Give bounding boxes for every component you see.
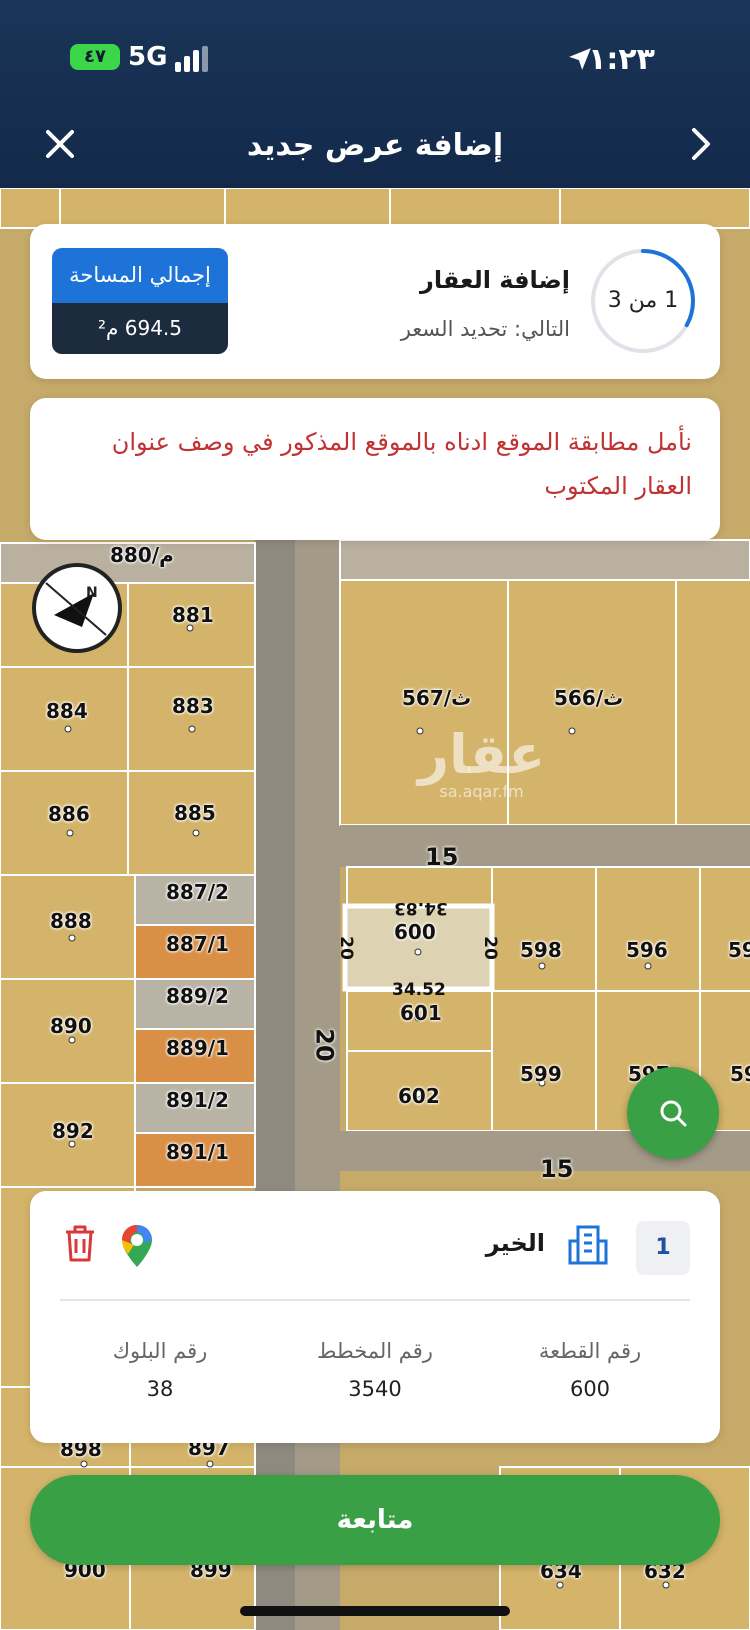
plot-label: 884 <box>46 699 88 723</box>
plot-label: 566/ث <box>554 686 624 710</box>
battery-indicator: ٤٧ <box>70 44 120 70</box>
plot-number-label: رقم القطعة <box>538 1339 642 1363</box>
continue-button[interactable]: متابعة <box>30 1475 720 1565</box>
search-icon <box>660 1100 687 1127</box>
plan-number-field: رقم المخطط 3540 <box>275 1339 475 1401</box>
plot-label: 889/2 <box>166 984 229 1008</box>
progress-label: 1 من 3 <box>607 288 679 313</box>
compass-needle-icon: N <box>45 582 107 636</box>
plot-label: 600 <box>394 920 436 944</box>
plot-label: 598 <box>520 938 562 962</box>
plot-label: 892 <box>52 1119 94 1143</box>
plot-label: 891/2 <box>166 1088 229 1112</box>
dimension-label: 20 <box>479 936 500 960</box>
plot-label: 601 <box>400 1001 442 1025</box>
chevron-right-icon[interactable] <box>680 124 720 164</box>
total-area-box: إجمالي المساحة 694.5 م² <box>52 248 228 354</box>
road-label: 15 <box>425 843 459 871</box>
status-bar: ٤٧ 5G ١:٢٣ <box>0 38 750 82</box>
google-maps-icon[interactable] <box>120 1223 154 1269</box>
plot-label: 887/1 <box>166 932 229 956</box>
property-index-badge: 1 <box>636 1221 690 1275</box>
road-label: 15 <box>540 1155 574 1183</box>
property-info-card: 1 الخير رقم القطعة 600 رقم المخطط 3540 ر… <box>30 1191 720 1443</box>
plot-label: 890 <box>50 1014 92 1038</box>
building-icon <box>568 1225 608 1265</box>
location-note-card: نأمل مطابقة الموقع ادناه بالموقع المذكور… <box>30 398 720 540</box>
dimension-label: 34.52 <box>392 980 446 1000</box>
plot-label: 602 <box>398 1084 440 1108</box>
plot-number-value: 600 <box>569 1377 611 1401</box>
compass-icon[interactable]: N <box>32 563 122 653</box>
plot-label: 887/2 <box>166 880 229 904</box>
plot-label: 886 <box>48 802 90 826</box>
dimension-label: 34.83 <box>394 898 448 918</box>
step-next-label: التالي: تحديد السعر <box>400 317 570 341</box>
page-title: إضافة عرض جديد <box>246 128 504 163</box>
clock: ١:٢٣ <box>588 42 655 77</box>
plot-number-field: رقم القطعة 600 <box>490 1339 690 1401</box>
plot-label: 891/1 <box>166 1140 229 1164</box>
plot-label: 885 <box>174 801 216 825</box>
network-label: 5G <box>128 42 168 72</box>
plot-label: 881 <box>172 603 214 627</box>
app-header: ٤٧ 5G ١:٢٣ إضافة عرض جديد <box>0 0 750 188</box>
block-number-label: رقم البلوك <box>112 1339 208 1363</box>
plot-label: 880/م <box>110 543 174 567</box>
total-area-value: 694.5 م² <box>52 303 228 354</box>
step-card: 1 من 3 إضافة العقار التالي: تحديد السعر … <box>30 224 720 379</box>
watermark-brand: عقار <box>418 723 546 786</box>
block-number-value: 38 <box>146 1377 174 1401</box>
plot-label: 59 <box>730 1062 750 1086</box>
plot-label: 889/1 <box>166 1036 229 1060</box>
plot-label: 596 <box>626 938 668 962</box>
step-title: إضافة العقار <box>420 266 570 294</box>
divider <box>60 1299 690 1301</box>
plot-label: 599 <box>520 1062 562 1086</box>
district-name: الخير <box>485 1229 545 1257</box>
location-note-text: نأمل مطابقة الموقع ادناه بالموقع المذكور… <box>111 428 692 500</box>
block-number-field: رقم البلوك 38 <box>60 1339 260 1401</box>
signal-icon <box>175 46 215 72</box>
plan-number-label: رقم المخطط <box>317 1339 433 1363</box>
total-area-label: إجمالي المساحة <box>52 248 228 303</box>
plot-label: 888 <box>50 909 92 933</box>
plot-label: 59 <box>728 938 750 962</box>
dimension-label: 20 <box>335 936 356 960</box>
road-label: 20 <box>310 1028 339 1062</box>
home-indicator <box>240 1606 510 1616</box>
watermark: عقار sa.aqar.fm <box>418 723 546 802</box>
plot-label: 883 <box>172 694 214 718</box>
trash-icon[interactable] <box>62 1223 98 1263</box>
plot-label: 567/ث <box>402 686 472 710</box>
nav-bar: إضافة عرض جديد <box>0 120 750 180</box>
search-map-button[interactable] <box>627 1067 719 1159</box>
plan-number-value: 3540 <box>348 1377 402 1401</box>
